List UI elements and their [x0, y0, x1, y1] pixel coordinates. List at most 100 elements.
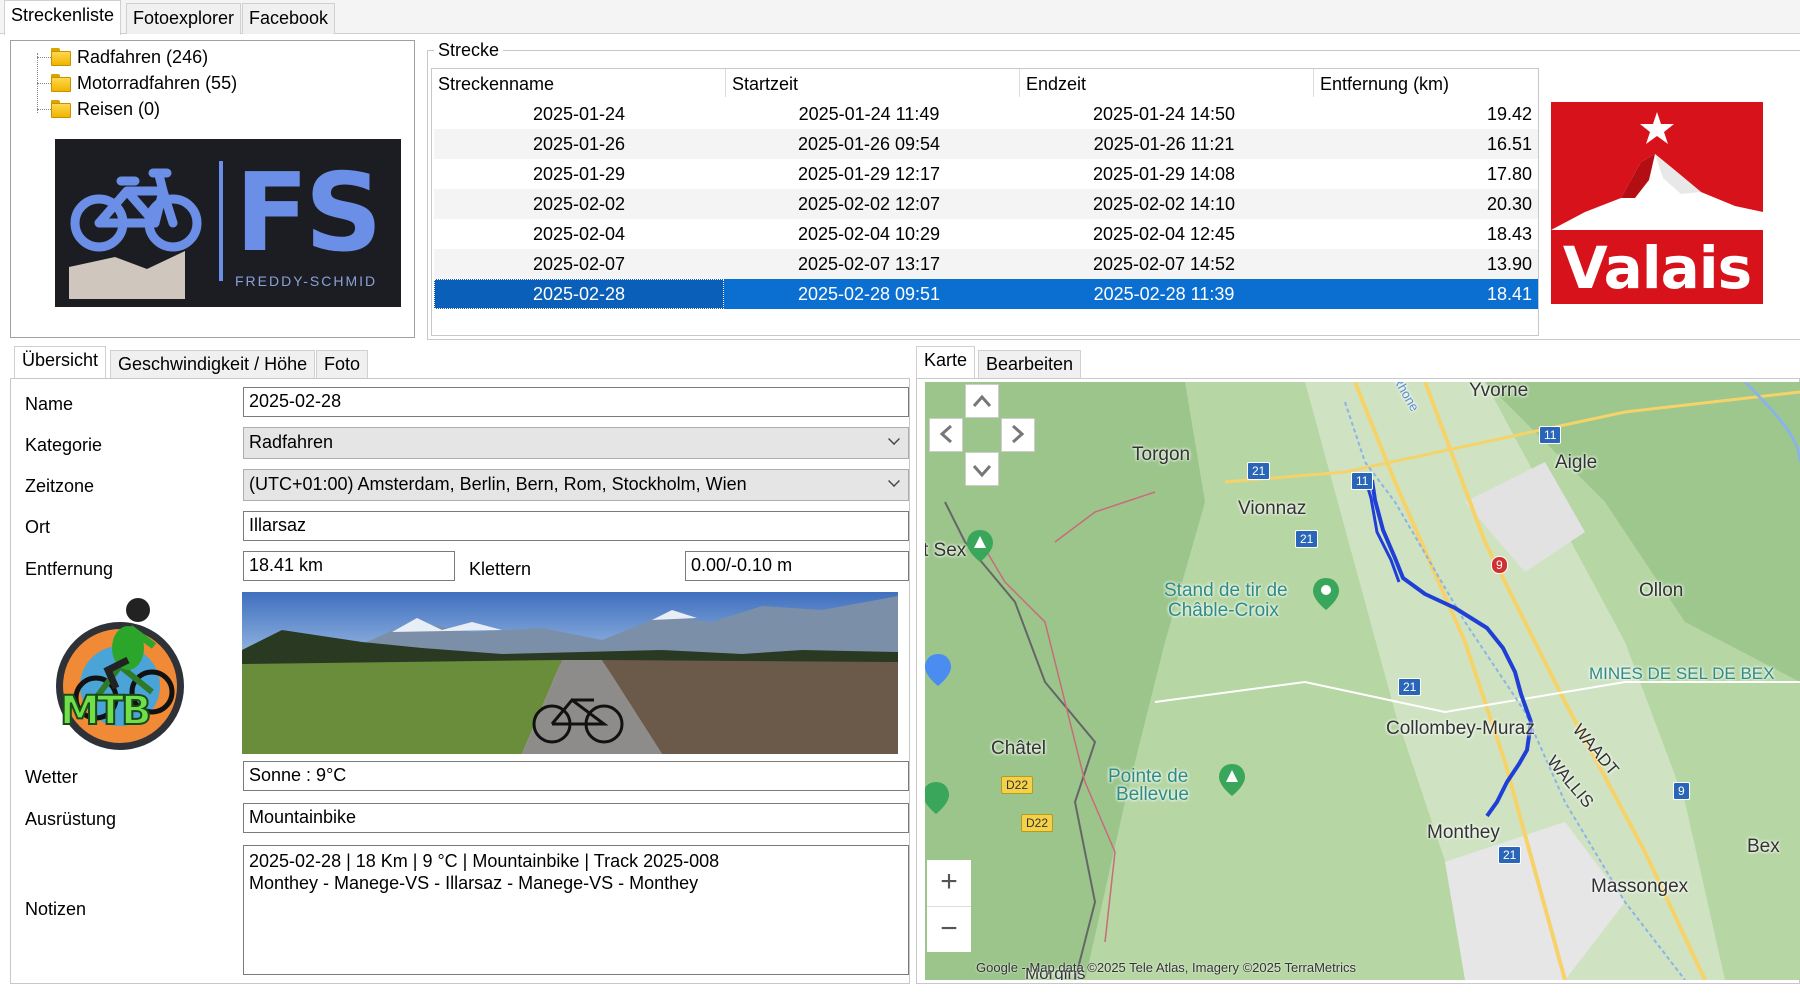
tab-bearbeiten[interactable]: Bearbeiten	[978, 350, 1082, 378]
tree-item-label: Motorradfahren (55)	[77, 72, 238, 93]
cell-entfernung: 16.51	[1486, 134, 1532, 154]
map-label-massongex: Massongex	[1591, 876, 1689, 897]
tab-fotoexplorer[interactable]: Fotoexplorer	[126, 3, 242, 34]
cell-endzeit: 2025-01-24 14:50	[1092, 104, 1236, 124]
cell-entfernung: 19.42	[1486, 104, 1532, 124]
cell-startzeit: 2025-01-29 12:17	[797, 164, 941, 184]
landscape-photo	[242, 592, 898, 754]
map-label-sex: t Sex	[925, 540, 967, 561]
column-header-streckenname[interactable]: Streckenname	[432, 69, 726, 97]
folder-icon	[51, 100, 71, 118]
zoom-in-button[interactable]: +	[927, 860, 971, 906]
map-label-collombey-muraz: Collombey-Muraz	[1386, 718, 1535, 739]
tree-item-label: Radfahren (246)	[77, 46, 209, 67]
wetter-label: Wetter	[25, 767, 78, 787]
tab-karte[interactable]: Karte	[916, 346, 976, 379]
map-pin-icon	[967, 530, 993, 562]
map-label-bex: Bex	[1747, 836, 1780, 857]
cell-endzeit: 2025-01-26 11:21	[1093, 134, 1235, 154]
map-label-chatel: Châtel	[991, 738, 1046, 759]
mtb-logo: MTB	[34, 588, 204, 756]
map-pin-icon	[925, 654, 951, 686]
road-shield: 9	[1673, 782, 1690, 800]
table-row[interactable]: 2025-01-29 2025-01-29 12:17 2025-01-29 1…	[434, 159, 1538, 189]
cell-streckenname: 2025-02-02	[532, 194, 626, 214]
cell-streckenname: 2025-02-04	[532, 224, 626, 244]
ausruestung-field[interactable]: Mountainbike	[243, 803, 909, 833]
cell-startzeit: 2025-02-07 13:17	[797, 254, 941, 274]
category-tree-panel: Radfahren (246) Motorradfahren (55) Reis…	[10, 40, 415, 338]
map-attribution: Google - Map data ©2025 Tele Atlas, Imag…	[976, 960, 1356, 975]
map-label-chable-croix: Châble-Croix	[1168, 600, 1279, 621]
column-header-startzeit[interactable]: Startzeit	[726, 69, 1020, 97]
mtb-logo-text: MTB	[59, 687, 153, 735]
cell-endzeit: 2025-02-02 14:10	[1092, 194, 1236, 214]
table-row[interactable]: 2025-01-26 2025-01-26 09:54 2025-01-26 1…	[434, 129, 1538, 159]
cell-startzeit: 2025-02-04 10:29	[797, 224, 941, 244]
fs-logo-letters: FS	[235, 151, 383, 276]
cell-startzeit: 2025-01-24 11:49	[798, 104, 940, 124]
chevron-right-icon	[1012, 424, 1025, 444]
pan-down-button[interactable]	[965, 452, 999, 486]
pan-up-button[interactable]	[965, 384, 999, 418]
cell-entfernung: 18.43	[1486, 224, 1532, 244]
ort-field[interactable]: Illarsaz	[243, 511, 909, 541]
table-header: Streckenname Startzeit Endzeit Entfernun…	[432, 69, 1538, 97]
table-row[interactable]: 2025-02-02 2025-02-02 12:07 2025-02-02 1…	[434, 189, 1538, 219]
notizen-textarea[interactable]: 2025-02-28 | 18 Km | 9 °C | Mountainbike…	[243, 845, 909, 975]
road-shield: D22	[1021, 814, 1054, 832]
tab-uebersicht[interactable]: Übersicht	[14, 346, 107, 379]
table-row[interactable]: 2025-01-24 2025-01-24 11:49 2025-01-24 1…	[434, 99, 1538, 129]
road-shield: 9	[1491, 556, 1508, 574]
zeitzone-select[interactable]: (UTC+01:00) Amsterdam, Berlin, Bern, Rom…	[243, 469, 909, 501]
entfernung-field[interactable]: 18.41 km	[243, 551, 455, 581]
table-row[interactable]: 2025-02-04 2025-02-04 10:29 2025-02-04 1…	[434, 219, 1538, 249]
zoom-out-button[interactable]: −	[927, 906, 971, 952]
table-row[interactable]: 2025-02-07 2025-02-07 13:17 2025-02-07 1…	[434, 249, 1538, 279]
map-view[interactable]: Yvorne Aigle Torgon Vionnaz t Sex Stand …	[925, 382, 1800, 980]
logo-divider	[219, 161, 223, 281]
wetter-field[interactable]: Sonne : 9°C	[243, 761, 909, 791]
map-label-yvorne: Yvorne	[1469, 382, 1529, 401]
ort-label: Ort	[25, 517, 50, 537]
road-shield: D22	[1001, 776, 1034, 794]
pan-right-button[interactable]	[1001, 418, 1035, 452]
cell-streckenname: 2025-01-29	[532, 164, 626, 184]
notizen-line: 2025-02-28 | 18 Km | 9 °C | Mountainbike…	[249, 851, 720, 871]
klettern-field[interactable]: 0.00/-0.10 m	[685, 551, 909, 581]
tree-item-motorradfahren[interactable]: Motorradfahren (55)	[33, 71, 237, 95]
pan-left-button[interactable]	[929, 418, 963, 452]
strecke-table[interactable]: Streckenname Startzeit Endzeit Entfernun…	[431, 68, 1539, 336]
cell-entfernung: 18.41	[1486, 284, 1532, 304]
notizen-label: Notizen	[25, 899, 87, 919]
tab-geschwindigkeit-hoehe[interactable]: Geschwindigkeit / Höhe	[110, 350, 316, 378]
map-pin-icon	[1219, 764, 1245, 796]
table-row-selected[interactable]: 2025-02-28 2025-02-28 09:51 2025-02-28 1…	[434, 279, 1538, 309]
column-header-endzeit[interactable]: Endzeit	[1020, 69, 1314, 97]
cell-entfernung: 13.90	[1486, 254, 1532, 274]
valais-logo-text: Valais	[1562, 234, 1752, 302]
cell-startzeit: 2025-02-02 12:07	[797, 194, 941, 214]
map-pin-icon	[925, 782, 949, 814]
cell-streckenname: 2025-01-26	[532, 134, 626, 154]
tab-facebook[interactable]: Facebook	[242, 3, 336, 34]
tab-streckenliste[interactable]: Streckenliste	[4, 0, 122, 35]
cell-streckenname: 2025-02-28	[434, 279, 724, 309]
cell-entfernung: 20.30	[1486, 194, 1532, 214]
ausruestung-label: Ausrüstung	[25, 809, 117, 829]
kategorie-select[interactable]: Radfahren	[243, 427, 909, 459]
tree-item-reisen[interactable]: Reisen (0)	[33, 97, 160, 121]
map-label-aigle: Aigle	[1555, 452, 1598, 473]
map-label-ollon: Ollon	[1639, 580, 1684, 601]
tree-item-radfahren[interactable]: Radfahren (246)	[33, 45, 208, 69]
cell-streckenname: 2025-01-24	[532, 104, 626, 124]
map-label-stand-de-tir: Stand de tir de	[1164, 580, 1288, 601]
column-header-entfernung[interactable]: Entfernung (km)	[1314, 69, 1538, 97]
tab-foto[interactable]: Foto	[316, 350, 369, 378]
cell-streckenname: 2025-02-07	[532, 254, 626, 274]
chevron-down-icon	[888, 475, 900, 487]
bicycle-icon	[69, 168, 202, 299]
valais-logo: Valais	[1551, 102, 1763, 304]
name-field[interactable]: 2025-02-28	[243, 387, 909, 417]
road-shield: 21	[1498, 846, 1522, 864]
